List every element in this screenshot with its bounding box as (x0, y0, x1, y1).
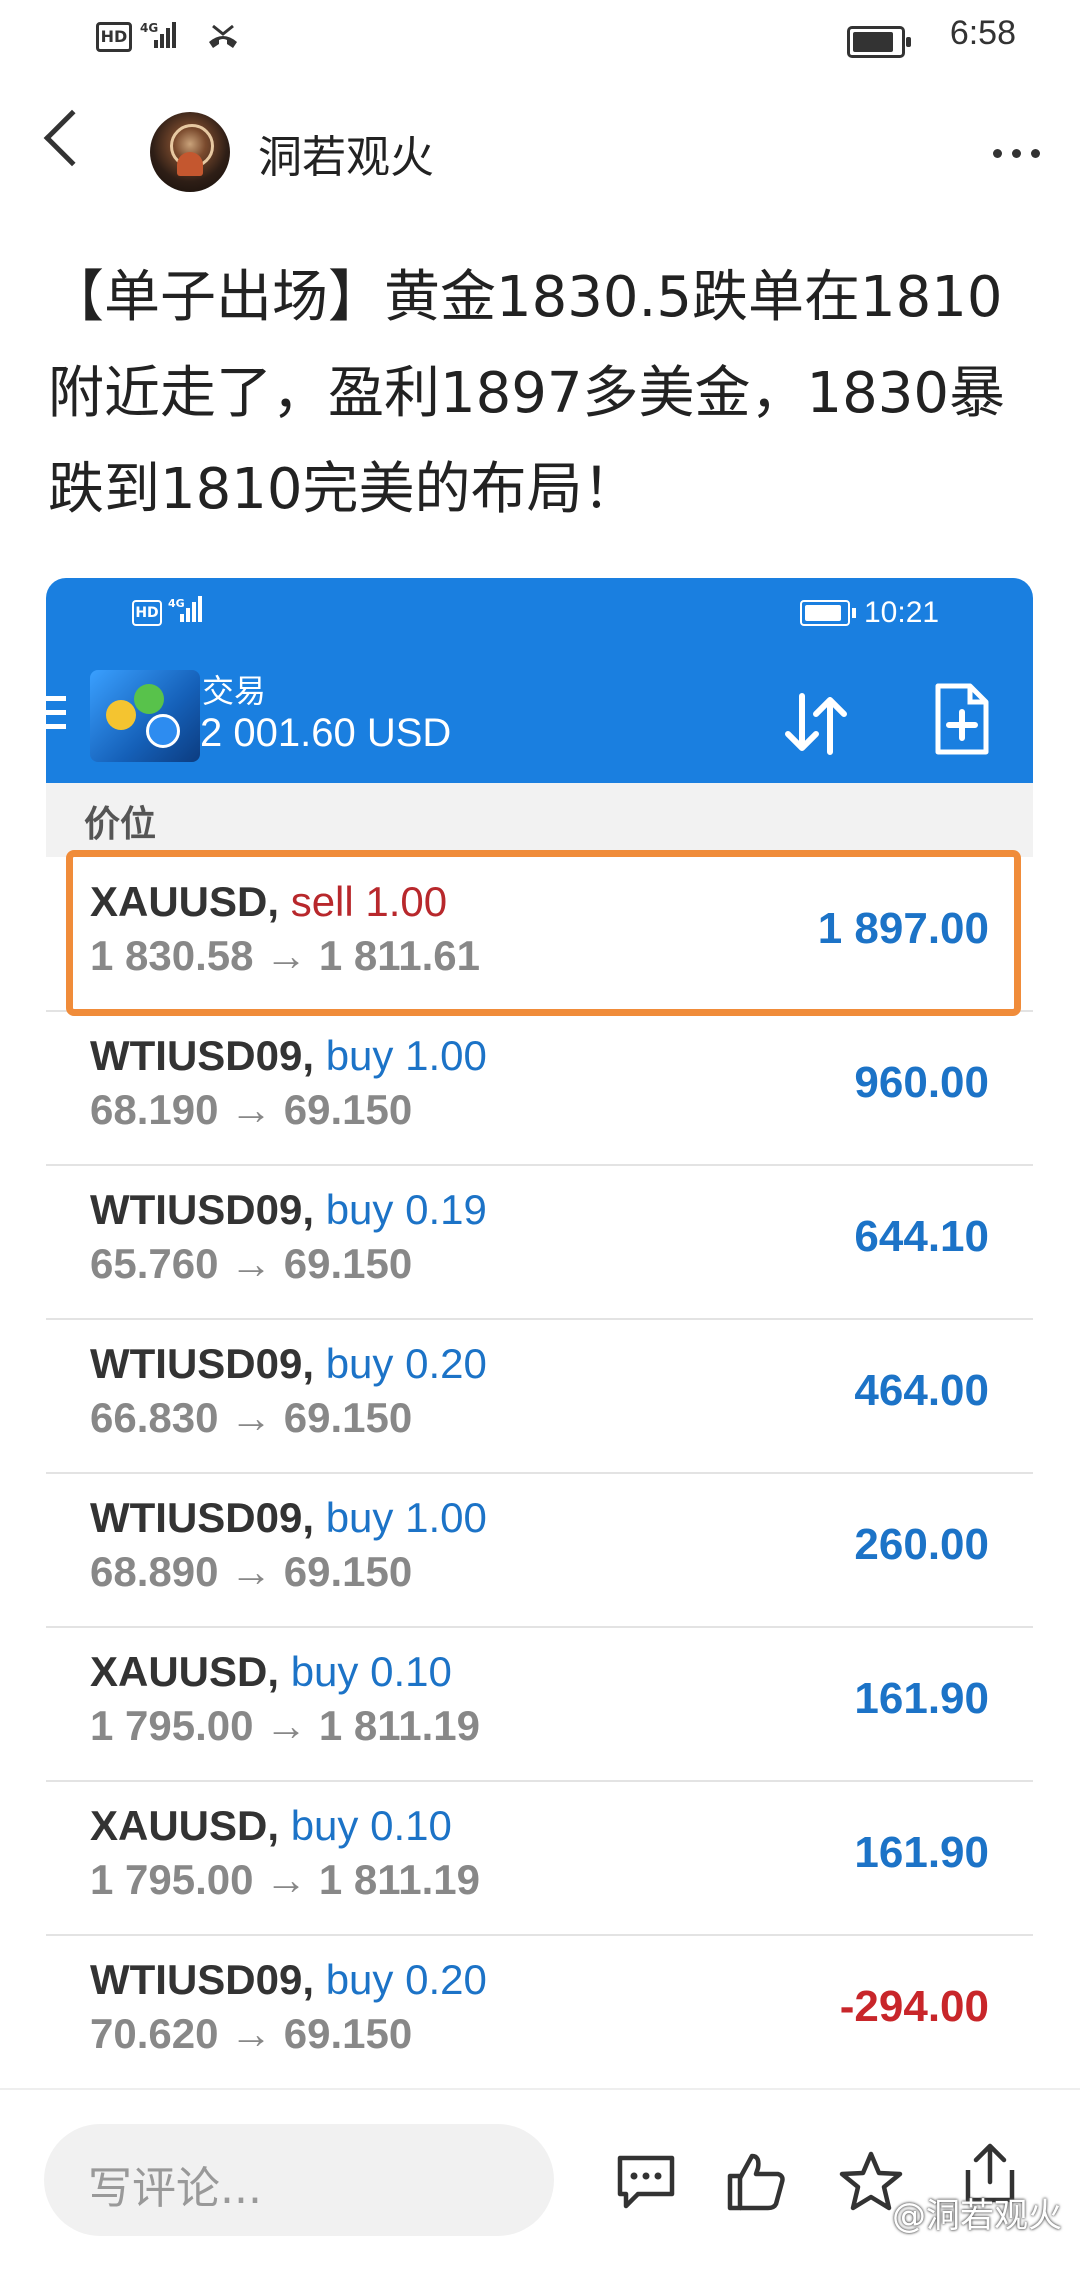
author-name[interactable]: 洞若观火 (258, 121, 434, 185)
battery-icon (847, 26, 911, 58)
trade-symbol: XAUUSD, (90, 1648, 280, 1695)
trade-side: buy 0.20 (325, 1956, 487, 2003)
avatar[interactable] (150, 112, 230, 192)
app-header: HD 4G 10:21 交易 2 001.60 USD (46, 578, 1033, 783)
comment-input[interactable]: 写评论... (44, 2124, 554, 2236)
highlight-box (66, 850, 1021, 1016)
trade-prices: 65.760 → 69.150 (90, 1240, 413, 1287)
comment-icon[interactable] (614, 2150, 678, 2214)
trade-symbol: WTIUSD09, (90, 1340, 315, 1387)
trade-prices: 1 795.00 → 1 811.19 (90, 1702, 480, 1749)
trade-title: WTIUSD09, buy 0.20 (90, 1956, 487, 2004)
account-balance: 2 001.60 USD (200, 711, 452, 755)
app-logo-icon (90, 670, 200, 762)
trade-prices: 70.620 → 69.150 (90, 2010, 413, 2057)
trade-row[interactable]: WTIUSD09, buy 0.19 65.760 → 69.150 644.10 (46, 1166, 1033, 1320)
back-icon[interactable] (43, 109, 101, 167)
trade-side: buy 0.19 (325, 1186, 487, 1233)
trade-profit: 161.90 (854, 1828, 989, 1877)
inner-battery-icon (800, 600, 856, 626)
trade-row[interactable]: WTIUSD09, buy 0.20 66.830 → 69.150 464.00 (46, 1320, 1033, 1474)
more-icon[interactable] (983, 143, 1040, 162)
trade-side: buy 1.00 (325, 1494, 487, 1541)
trade-row[interactable]: WTIUSD09, buy 1.00 68.890 → 69.150 260.00 (46, 1474, 1033, 1628)
trade-symbol: XAUUSD, (90, 1802, 280, 1849)
watermark: @洞若观火 (892, 2196, 1062, 2236)
trade-symbol: WTIUSD09, (90, 1956, 315, 2003)
inner-signal-icon: 4G (168, 596, 202, 622)
menu-icon[interactable] (46, 696, 66, 738)
trade-row[interactable]: WTIUSD09, buy 1.00 68.190 → 69.150 960.00 (46, 1012, 1033, 1166)
comment-placeholder: 写评论... (88, 2163, 262, 2214)
trade-profit: 260.00 (854, 1520, 989, 1569)
trade-title: WTIUSD09, buy 1.00 (90, 1032, 487, 1080)
trade-row[interactable]: XAUUSD, buy 0.10 1 795.00 → 1 811.19 161.9… (46, 1782, 1033, 1936)
trade-title: XAUUSD, buy 0.10 (90, 1802, 452, 1850)
trade-title: WTIUSD09, buy 0.20 (90, 1340, 487, 1388)
hd-badge: HD (96, 22, 132, 52)
trade-symbol: WTIUSD09, (90, 1494, 315, 1541)
status-bar: HD 4G 6:58 (0, 0, 1080, 80)
svg-text:4G: 4G (140, 21, 158, 35)
new-order-icon[interactable] (932, 682, 992, 758)
section-header: 价位 (46, 783, 1033, 857)
trade-symbol: WTIUSD09, (90, 1032, 315, 1079)
post-text: 【单子出场】黄金1830.5跌单在1810附近走了，盈利1897多美金，1830… (48, 265, 1006, 522)
trade-title: XAUUSD, buy 0.10 (90, 1648, 452, 1696)
trade-prices: 68.190 → 69.150 (90, 1086, 413, 1133)
missed-call-icon (209, 24, 237, 48)
status-time: 6:58 (949, 14, 1016, 52)
trade-title: WTIUSD09, buy 0.19 (90, 1186, 487, 1234)
like-icon[interactable] (724, 2150, 788, 2214)
trade-profit: 960.00 (854, 1058, 989, 1107)
inner-time: 10:21 (864, 596, 940, 629)
trade-prices: 1 795.00 → 1 811.19 (90, 1856, 480, 1903)
signal-icon: 4G (140, 21, 176, 48)
trade-side: buy 0.10 (290, 1802, 452, 1849)
trade-prices: 68.890 → 69.150 (90, 1548, 413, 1595)
screen-title: 交易 (202, 672, 267, 710)
trade-symbol: WTIUSD09, (90, 1186, 315, 1233)
trade-row[interactable]: XAUUSD, buy 0.10 1 795.00 → 1 811.19 161.9… (46, 1628, 1033, 1782)
trade-title: WTIUSD09, buy 1.00 (90, 1494, 487, 1542)
trade-profit: 464.00 (854, 1366, 989, 1415)
inner-hd-badge: HD (132, 600, 162, 626)
trade-row[interactable]: WTIUSD09, buy 0.20 70.620 → 69.150 -294.00 (46, 1936, 1033, 2078)
trade-screenshot[interactable]: HD 4G 10:21 交易 2 001.60 USD 价位 XAUUSD, s… (46, 578, 1033, 2078)
trade-profit: 644.10 (854, 1212, 989, 1261)
trade-side: buy 1.00 (325, 1032, 487, 1079)
section-header-label: 价位 (84, 804, 157, 845)
trade-profit: -294.00 (839, 1982, 989, 2031)
trade-side: buy 0.20 (325, 1340, 487, 1387)
trade-profit: 161.90 (854, 1674, 989, 1723)
sort-icon[interactable] (780, 688, 852, 760)
trade-prices: 66.830 → 69.150 (90, 1394, 413, 1441)
svg-text:4G: 4G (168, 597, 185, 610)
trade-side: buy 0.10 (290, 1648, 452, 1695)
